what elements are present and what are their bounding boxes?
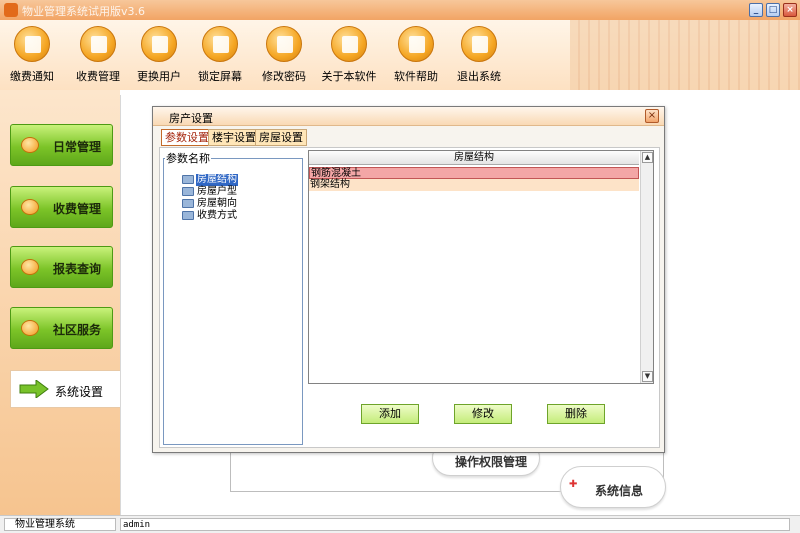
scroll-down-icon[interactable]: ▼ bbox=[642, 371, 653, 382]
toolbar-label: 退出系统 bbox=[457, 70, 501, 83]
toolbar-label: 锁定屏幕 bbox=[198, 70, 242, 83]
pill-label: 操作权限管理 bbox=[455, 455, 528, 469]
dialog-close-button[interactable]: × bbox=[645, 109, 659, 123]
help-icon bbox=[398, 26, 434, 62]
sidebar-item-label: 报表查询 bbox=[53, 262, 102, 276]
maximize-button[interactable]: □ bbox=[766, 3, 780, 17]
dialog-titlebar[interactable]: 房产设置 × bbox=[153, 107, 664, 126]
grid-column-header[interactable]: 房屋结构 bbox=[309, 151, 639, 165]
minimize-button[interactable]: _ bbox=[749, 3, 763, 17]
lock-screen-icon bbox=[202, 26, 238, 62]
pill-label: 系统信息 bbox=[595, 484, 644, 498]
sidebar-item-daily[interactable]: 日常管理 bbox=[10, 124, 113, 166]
orb-icon bbox=[21, 199, 39, 215]
close-window-button[interactable]: × bbox=[783, 3, 797, 17]
tree-item-label: 房屋朝向 bbox=[197, 198, 237, 209]
tab-houses[interactable]: 房屋设置 bbox=[255, 129, 307, 146]
sidebar-item-label: 日常管理 bbox=[53, 140, 102, 154]
grid-row[interactable]: 钢架结构 bbox=[309, 179, 639, 191]
sidebar-item-fees[interactable]: 收费管理 bbox=[10, 186, 113, 228]
parameter-tree: 参数名称 房屋结构 房屋户型 房屋朝向 收费方式 bbox=[163, 150, 303, 445]
property-settings-dialog: 房产设置 × 参数设置 楼宇设置 房屋设置 参数名称 房屋结构 房屋户型 房屋朝… bbox=[152, 106, 665, 453]
orb-icon bbox=[21, 137, 39, 153]
about-button[interactable]: 关于本软件 bbox=[313, 26, 385, 88]
folder-icon bbox=[182, 199, 194, 208]
tab-buildings[interactable]: 楼宇设置 bbox=[208, 129, 260, 146]
window-titlebar[interactable]: 物业管理系统试用版v3.6 _ □ × bbox=[0, 0, 800, 20]
toolbar-label: 软件帮助 bbox=[394, 70, 438, 83]
grid-scrollbar[interactable]: ▲ ▼ bbox=[640, 151, 653, 383]
sidebar-item-label: 系统设置 bbox=[55, 385, 104, 399]
orb-icon bbox=[21, 320, 39, 336]
sidebar-item-label: 社区服务 bbox=[53, 323, 102, 337]
structure-grid: 房屋结构 钢筋混凝土 钢架结构 ▲ ▼ bbox=[308, 150, 654, 384]
toolbar-label: 关于本软件 bbox=[321, 70, 377, 83]
sidebar: 日常管理 收费管理 报表查询 社区服务 系统设置 bbox=[0, 90, 120, 515]
scroll-up-icon[interactable]: ▲ bbox=[642, 152, 653, 163]
folder-open-icon bbox=[182, 175, 194, 184]
grid-row[interactable]: 钢筋混凝土 bbox=[309, 167, 639, 179]
status-user: admin bbox=[120, 518, 790, 531]
main-toolbar: 缴费通知 收费管理 更换用户 锁定屏幕 修改密码 关于本软件 软件帮助 退出系统 bbox=[0, 20, 800, 90]
about-icon bbox=[331, 26, 367, 62]
status-bar: 物业管理系统 admin bbox=[0, 515, 800, 533]
toolbar-label: 缴费通知 bbox=[10, 70, 54, 83]
app-icon bbox=[4, 3, 18, 17]
system-info-button[interactable]: ✚ 系统信息 bbox=[560, 466, 666, 508]
megaphone-icon bbox=[14, 26, 50, 62]
building-banner-image bbox=[570, 20, 800, 90]
sidebar-item-community[interactable]: 社区服务 bbox=[10, 307, 113, 349]
tree-item-label: 房屋结构 bbox=[196, 174, 238, 186]
lock-screen-button[interactable]: 锁定屏幕 bbox=[184, 26, 256, 88]
key-icon bbox=[266, 26, 302, 62]
arrow-right-icon bbox=[19, 380, 49, 398]
edit-button[interactable]: 修改 bbox=[454, 404, 512, 424]
folder-icon bbox=[182, 187, 194, 196]
sidebar-item-settings[interactable]: 系统设置 bbox=[10, 370, 120, 408]
dialog-title: 房产设置 bbox=[169, 112, 213, 125]
delete-button[interactable]: 删除 bbox=[547, 404, 605, 424]
orb-icon bbox=[21, 259, 39, 275]
change-password-button[interactable]: 修改密码 bbox=[248, 26, 320, 88]
add-button[interactable]: 添加 bbox=[361, 404, 419, 424]
tree-item-label: 收费方式 bbox=[197, 210, 237, 221]
toolbar-label: 修改密码 bbox=[262, 70, 306, 83]
payment-notice-button[interactable]: 缴费通知 bbox=[0, 26, 68, 88]
window-title: 物业管理系统试用版v3.6 bbox=[22, 5, 146, 18]
sidebar-item-label: 收费管理 bbox=[53, 202, 102, 216]
folder-icon bbox=[182, 211, 194, 220]
crosshair-icon: ✚ bbox=[569, 479, 578, 490]
tree-legend: 参数名称 bbox=[166, 152, 210, 165]
ledger-icon bbox=[80, 26, 116, 62]
exit-button[interactable]: 退出系统 bbox=[443, 26, 515, 88]
user-switch-icon bbox=[141, 26, 177, 62]
help-button[interactable]: 软件帮助 bbox=[380, 26, 452, 88]
tab-panel: 参数名称 房屋结构 房屋户型 房屋朝向 收费方式 房屋结构 钢筋混凝土 钢架结构 bbox=[159, 147, 660, 448]
status-app-name: 物业管理系统 bbox=[4, 518, 116, 531]
power-icon bbox=[461, 26, 497, 62]
sidebar-item-reports[interactable]: 报表查询 bbox=[10, 246, 113, 288]
tree-item-label: 房屋户型 bbox=[197, 186, 237, 197]
tab-parameters[interactable]: 参数设置 bbox=[161, 129, 213, 146]
